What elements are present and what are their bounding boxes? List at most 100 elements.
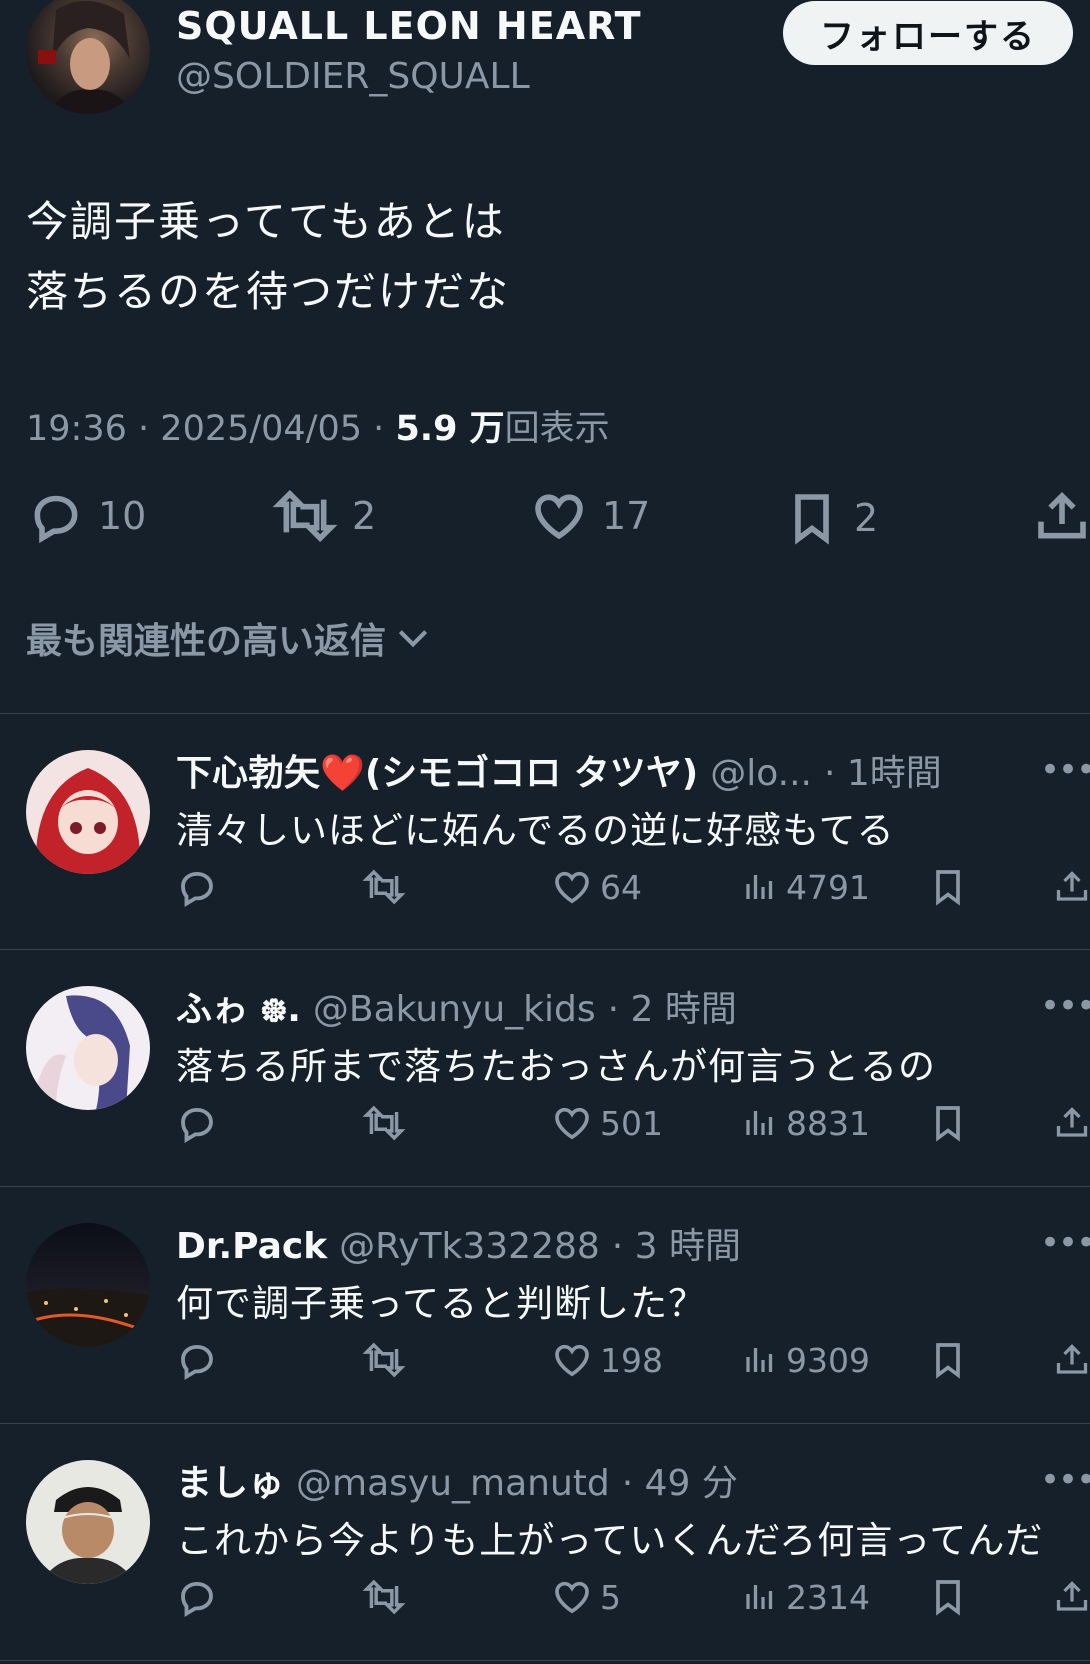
views-action[interactable]: 8831 (742, 1102, 870, 1144)
reply-text: これから今よりも上がっていくんだろ何言ってんだ (176, 1519, 1044, 1562)
like-icon (555, 871, 589, 904)
share-action[interactable] (1054, 1339, 1090, 1381)
reply-author-handle[interactable]: @Bakunyu_kids (313, 989, 596, 1030)
reply-action[interactable] (176, 866, 218, 908)
reply-action[interactable] (176, 1339, 218, 1381)
reply-header: ましゅ @masyu_manutd · 49 分 (176, 1454, 738, 1506)
reply-time[interactable]: · 1時間 (824, 744, 942, 796)
tweet-text-line: 落ちるのを待つだけだな (26, 267, 511, 316)
bookmark-icon (936, 1580, 960, 1616)
share-action[interactable] (1054, 1576, 1090, 1618)
reply-author-name[interactable]: ましゅ (176, 1454, 284, 1506)
more-icon[interactable]: ••• (1040, 986, 1090, 1026)
views-count: 4791 (786, 867, 870, 907)
reply-icon (181, 1344, 213, 1381)
views-label: 回表示 (504, 409, 610, 449)
reply-action[interactable] (176, 1576, 218, 1618)
reply-avatar[interactable] (26, 986, 150, 1110)
like-action[interactable]: 17 (530, 488, 650, 544)
views-count: 8831 (786, 1103, 870, 1143)
tweet-text-line: 今調子乗っててもあとは (26, 197, 506, 246)
reply-icon (181, 1107, 213, 1144)
views-count: 9309 (786, 1340, 870, 1380)
tweet-date[interactable]: 2025/04/05 (160, 409, 362, 449)
views-action[interactable]: 9309 (742, 1339, 870, 1381)
retweet-count: 2 (352, 494, 377, 538)
share-action[interactable] (1054, 866, 1090, 908)
reply-action[interactable] (176, 1102, 218, 1144)
reply-author-handle[interactable]: @masyu_manutd (296, 1463, 610, 1504)
divider (0, 1660, 1090, 1661)
reply-avatar[interactable] (26, 1223, 150, 1347)
retweet-action[interactable] (362, 866, 406, 908)
reply-header: ふゎ ᪥. @Bakunyu_kids · 2 時間 (176, 980, 737, 1040)
tweet-time[interactable]: 19:36 (26, 409, 127, 449)
reply-author-name[interactable]: Dr.Pack (176, 1226, 327, 1267)
bookmark-icon (936, 870, 960, 906)
sort-label: 最も関連性の高い返信 (26, 621, 387, 662)
more-icon[interactable]: ••• (1040, 1460, 1090, 1500)
reply-time[interactable]: · 3 時間 (612, 1217, 741, 1269)
share-icon (1038, 492, 1086, 539)
reply-item[interactable]: 下心勃矢❤️(シモゴコロ タツヤ) @lo... · 1時間 ••• 清々しいほ… (0, 714, 1090, 950)
reply-time[interactable]: · 2 時間 (608, 980, 737, 1032)
bookmark-count: 2 (854, 496, 879, 540)
like-count: 17 (602, 494, 651, 538)
more-icon[interactable]: ••• (1040, 1223, 1090, 1263)
reply-text: 落ちる所まで落ちたおっさんが何言うとるの (176, 1045, 936, 1088)
bookmark-action[interactable]: 2 (784, 488, 878, 548)
like-action[interactable]: 5 (552, 1576, 621, 1618)
bookmark-action[interactable] (928, 1102, 968, 1144)
more-icon[interactable]: ••• (1040, 750, 1090, 790)
reply-avatar[interactable] (26, 750, 150, 874)
retweet-icon (362, 869, 406, 905)
views-action[interactable]: 2314 (742, 1576, 870, 1618)
like-action[interactable]: 501 (552, 1102, 663, 1144)
reply-item[interactable]: ましゅ @masyu_manutd · 49 分 ••• これから今よりも上がっ… (0, 1424, 1090, 1660)
reply-author-handle[interactable]: @lo... (710, 753, 812, 794)
reply-author-name[interactable]: 下心勃矢❤️(シモゴコロ タツヤ) (176, 744, 698, 796)
reply-icon (181, 871, 213, 908)
like-action[interactable]: 64 (552, 866, 642, 908)
views-action[interactable]: 4791 (742, 866, 870, 908)
share-icon (1056, 1581, 1088, 1611)
author-handle[interactable]: @SOLDIER_SQUALL (176, 56, 530, 97)
retweet-action[interactable] (362, 1102, 406, 1144)
bookmark-icon (936, 1343, 960, 1379)
bookmark-action[interactable] (928, 866, 968, 908)
reply-author-handle[interactable]: @RyTk332288 (339, 1226, 600, 1267)
author-name[interactable]: SQUALL LEON HEART (176, 4, 642, 48)
reply-text: 清々しいほどに妬んでるの逆に好感もてる (176, 809, 895, 852)
reply-sort-selector[interactable]: 最も関連性の高い返信 (26, 612, 432, 664)
retweet-icon (362, 1105, 406, 1141)
share-icon (1056, 1344, 1088, 1374)
author-avatar[interactable] (26, 0, 150, 114)
reply-avatar[interactable] (26, 1460, 150, 1584)
reply-author-name[interactable]: ふゎ ᪥. (176, 980, 301, 1040)
views-count: 2314 (786, 1577, 870, 1617)
bookmark-action[interactable] (928, 1576, 968, 1618)
like-action[interactable]: 198 (552, 1339, 663, 1381)
retweet-icon (272, 489, 338, 543)
views-icon (746, 1348, 773, 1372)
views-icon (746, 875, 773, 899)
retweet-action[interactable] (362, 1576, 406, 1618)
reply-time[interactable]: · 49 分 (622, 1454, 738, 1506)
share-action[interactable] (1054, 1102, 1090, 1144)
reply-action[interactable]: 10 (28, 488, 146, 544)
follow-button[interactable]: フォローする (783, 1, 1073, 65)
share-action[interactable] (1034, 488, 1090, 546)
reply-count: 10 (98, 494, 147, 538)
views-icon (746, 1585, 773, 1609)
retweet-icon (362, 1342, 406, 1378)
reply-item[interactable]: ふゎ ᪥. @Bakunyu_kids · 2 時間 ••• 落ちる所まで落ちた… (0, 950, 1090, 1186)
retweet-action[interactable]: 2 (272, 488, 376, 544)
like-icon (555, 1107, 589, 1140)
views-count: 5.9 万 (395, 409, 505, 449)
bookmark-action[interactable] (928, 1339, 968, 1381)
like-count: 64 (600, 867, 642, 907)
bookmark-icon (936, 1106, 960, 1142)
retweet-action[interactable] (362, 1339, 406, 1381)
avatar-image (34, 995, 130, 1110)
reply-item[interactable]: Dr.Pack @RyTk332288 · 3 時間 ••• 何で調子乗ってると… (0, 1187, 1090, 1423)
